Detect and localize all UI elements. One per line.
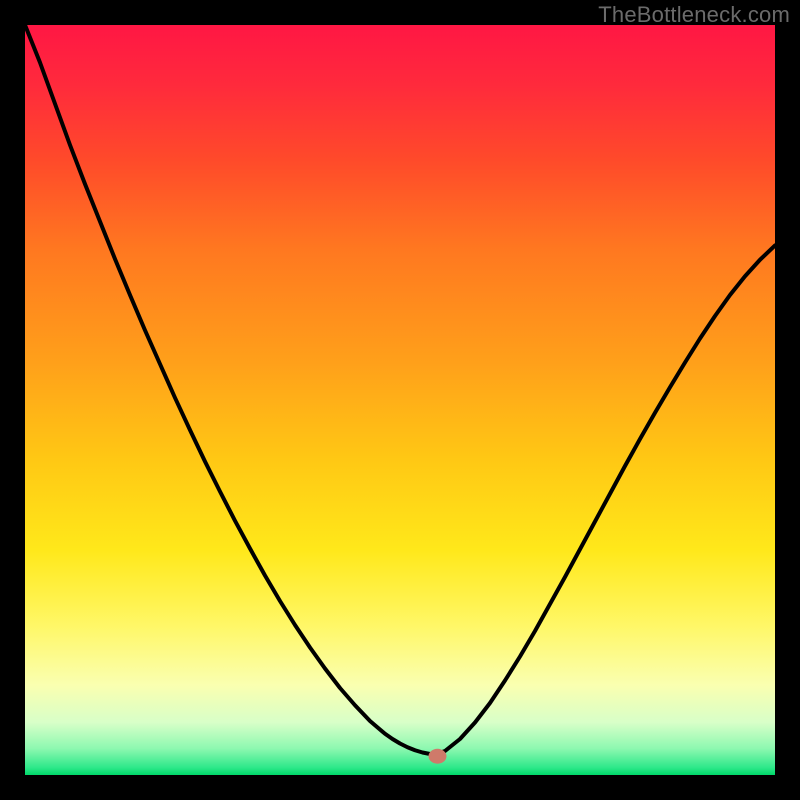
chart-frame: TheBottleneck.com bbox=[0, 0, 800, 800]
watermark-text: TheBottleneck.com bbox=[598, 2, 790, 28]
optimal-point-marker bbox=[429, 749, 447, 764]
bottleneck-chart bbox=[25, 25, 775, 775]
